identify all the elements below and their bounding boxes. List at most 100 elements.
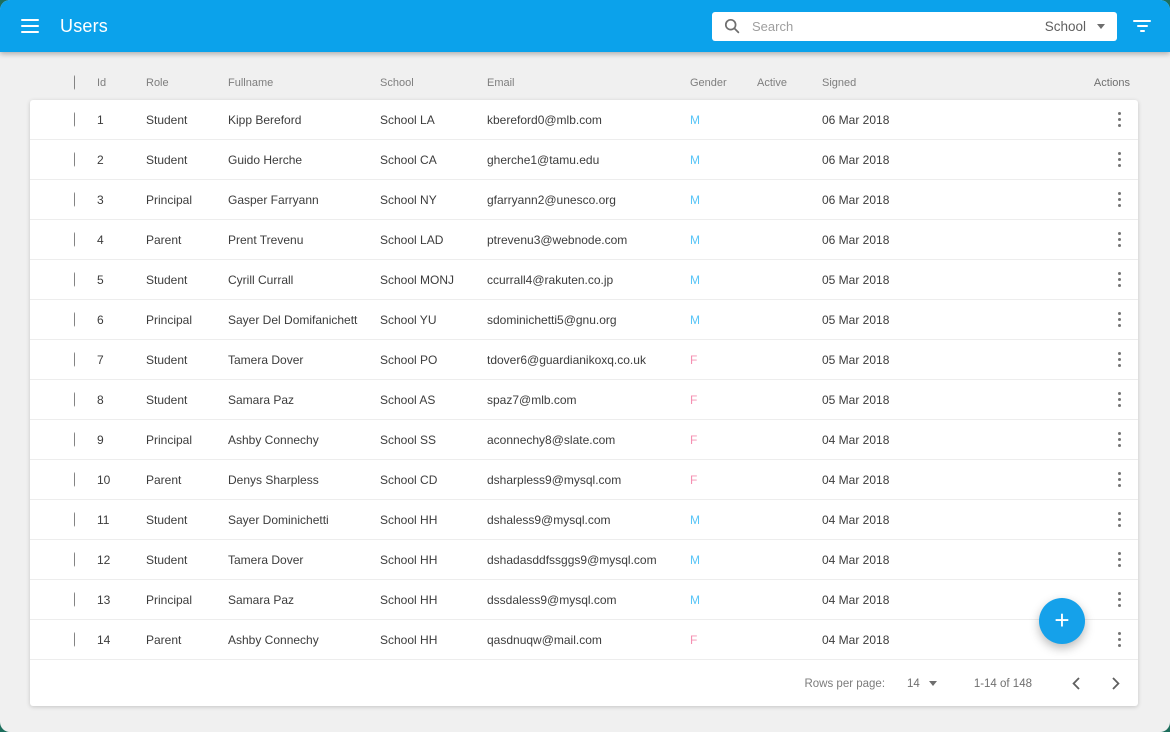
cell-role: Principal [146, 592, 193, 607]
cell-signed: 05 Mar 2018 [822, 352, 890, 367]
cell-signed: 04 Mar 2018 [822, 552, 890, 567]
add-user-button[interactable]: + [1039, 598, 1085, 644]
more-vert-icon[interactable] [1113, 507, 1127, 533]
table-row: 7 Student Tamera Dover School PO tdover6… [30, 340, 1138, 380]
cell-email: spaz7@mlb.com [487, 392, 577, 407]
more-vert-icon[interactable] [1113, 387, 1127, 413]
cell-fullname: Tamera Dover [228, 552, 304, 567]
cell-email: aconnechy8@slate.com [487, 432, 616, 447]
cell-signed: 06 Mar 2018 [822, 192, 890, 207]
page-title: Users [60, 15, 109, 36]
more-vert-icon[interactable] [1113, 107, 1127, 133]
cell-gender: M [690, 272, 700, 287]
cell-fullname: Ashby Connechy [228, 632, 319, 647]
cell-school: School CD [380, 472, 438, 487]
cell-school: School NY [380, 192, 437, 207]
cell-id: 4 [97, 232, 104, 247]
cell-fullname: Guido Herche [228, 152, 303, 167]
cell-signed: 05 Mar 2018 [822, 312, 890, 327]
cell-role: Student [146, 272, 188, 287]
cell-fullname: Kipp Bereford [228, 112, 302, 127]
cell-signed: 06 Mar 2018 [822, 232, 890, 247]
app-bar: Users School [0, 0, 1170, 52]
cell-fullname: Sayer Del Domifanichetti [228, 312, 358, 327]
cell-signed: 04 Mar 2018 [822, 592, 890, 607]
cell-fullname: Tamera Dover [228, 352, 304, 367]
users-table-card: 1 Student Kipp Bereford School LA kberef… [30, 100, 1138, 706]
table-row: 9 Principal Ashby Connechy School SS aco… [30, 420, 1138, 460]
more-vert-icon[interactable] [1113, 627, 1127, 653]
pagination-bar: Rows per page: 14 1-14 of 148 [30, 661, 1138, 706]
cell-id: 9 [97, 432, 104, 447]
col-header-actions: Actions [1093, 76, 1130, 89]
chevron-left-icon [1072, 677, 1080, 690]
cell-email: dssdaless9@mysql.com [487, 592, 617, 607]
more-vert-icon[interactable] [1113, 587, 1127, 613]
plus-icon: + [1054, 604, 1070, 635]
search-box: School [712, 11, 1117, 41]
cell-gender: M [690, 192, 700, 207]
cell-school: School LAD [380, 232, 444, 247]
cell-id: 14 [97, 632, 111, 647]
col-header-id: Id [97, 76, 107, 89]
search-icon [724, 18, 740, 34]
more-vert-icon[interactable] [1113, 187, 1127, 213]
more-vert-icon[interactable] [1113, 227, 1127, 253]
rows-per-page-value: 14 [907, 677, 920, 690]
cell-gender: M [690, 232, 700, 247]
more-vert-icon[interactable] [1113, 267, 1127, 293]
cell-id: 10 [97, 472, 111, 487]
cell-email: ccurrall4@rakuten.co.jp [487, 272, 614, 287]
cell-email: tdover6@guardianikoxq.co.uk [487, 352, 646, 367]
table-header: Id Role Fullname School Email Gender Act… [30, 52, 1138, 100]
more-vert-icon[interactable] [1113, 467, 1127, 493]
cell-role: Student [146, 112, 188, 127]
cell-role: Principal [146, 432, 193, 447]
cell-gender: F [690, 432, 698, 447]
table-row: 5 Student Cyrill Currall School MONJ ccu… [30, 260, 1138, 300]
cell-school: School HH [380, 632, 438, 647]
more-vert-icon[interactable] [1113, 347, 1127, 373]
cell-email: dshadasddfssggs9@mysql.com [487, 552, 657, 567]
cell-role: Principal [146, 312, 193, 327]
rows-per-page-select[interactable]: 14 [907, 678, 937, 690]
cell-id: 6 [97, 312, 104, 327]
table-row: 6 Principal Sayer Del Domifanichetti Sch… [30, 300, 1138, 340]
cell-role: Principal [146, 192, 193, 207]
table-row: 4 Parent Prent Trevenu School LAD ptreve… [30, 220, 1138, 260]
chevron-down-icon [1097, 23, 1105, 29]
more-vert-icon[interactable] [1113, 427, 1127, 453]
col-header-active: Active [757, 76, 787, 89]
search-field-select[interactable]: School [1035, 19, 1105, 34]
table-body: 1 Student Kipp Bereford School LA kberef… [30, 100, 1138, 660]
search-input[interactable] [750, 17, 1035, 35]
next-page-button[interactable] [1102, 671, 1130, 696]
search-field-value: School [1044, 18, 1086, 34]
cell-school: School YU [380, 312, 437, 327]
previous-page-button[interactable] [1062, 671, 1090, 696]
cell-id: 8 [97, 392, 104, 407]
cell-signed: 06 Mar 2018 [822, 152, 890, 167]
table-row: 3 Principal Gasper Farryann School NY gf… [30, 180, 1138, 220]
cell-id: 2 [97, 152, 104, 167]
users-admin-screen: Users School Id Role Fullname School Ema… [0, 0, 1170, 732]
cell-school: School AS [380, 392, 436, 407]
menu-icon[interactable] [21, 19, 39, 33]
cell-gender: F [690, 472, 698, 487]
cell-role: Student [146, 392, 188, 407]
more-vert-icon[interactable] [1113, 307, 1127, 333]
cell-signed: 04 Mar 2018 [822, 512, 890, 527]
filter-icon[interactable] [1133, 20, 1151, 32]
more-vert-icon[interactable] [1113, 147, 1127, 173]
cell-id: 7 [97, 352, 104, 367]
chevron-down-icon [928, 681, 937, 686]
cell-role: Parent [146, 472, 182, 487]
cell-school: School LA [380, 112, 435, 127]
cell-gender: M [690, 592, 700, 607]
cell-signed: 05 Mar 2018 [822, 392, 890, 407]
cell-id: 5 [97, 272, 104, 287]
cell-gender: F [690, 392, 698, 407]
cell-school: School HH [380, 592, 438, 607]
cell-role: Student [146, 152, 188, 167]
more-vert-icon[interactable] [1113, 547, 1127, 573]
